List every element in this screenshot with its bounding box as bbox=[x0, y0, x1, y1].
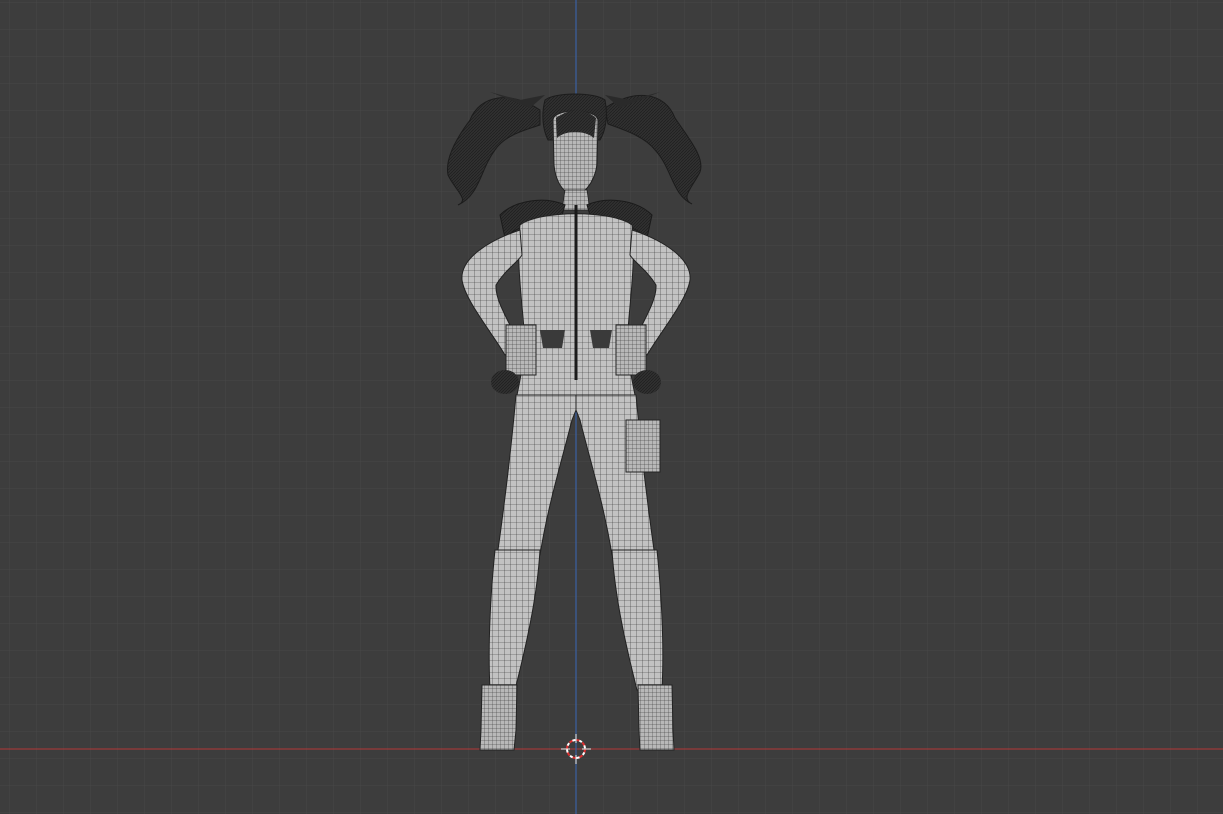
right-shoe-mesh bbox=[637, 684, 675, 751]
viewport-canvas[interactable] bbox=[0, 0, 1223, 814]
right-hand-mesh bbox=[633, 370, 661, 394]
left-belt-pouch bbox=[505, 324, 537, 376]
thigh-holster bbox=[625, 419, 661, 473]
3d-viewport[interactable] bbox=[0, 0, 1223, 814]
left-shoe-mesh bbox=[479, 684, 518, 751]
right-belt-pouch bbox=[615, 324, 647, 376]
left-hand-mesh bbox=[491, 370, 519, 394]
